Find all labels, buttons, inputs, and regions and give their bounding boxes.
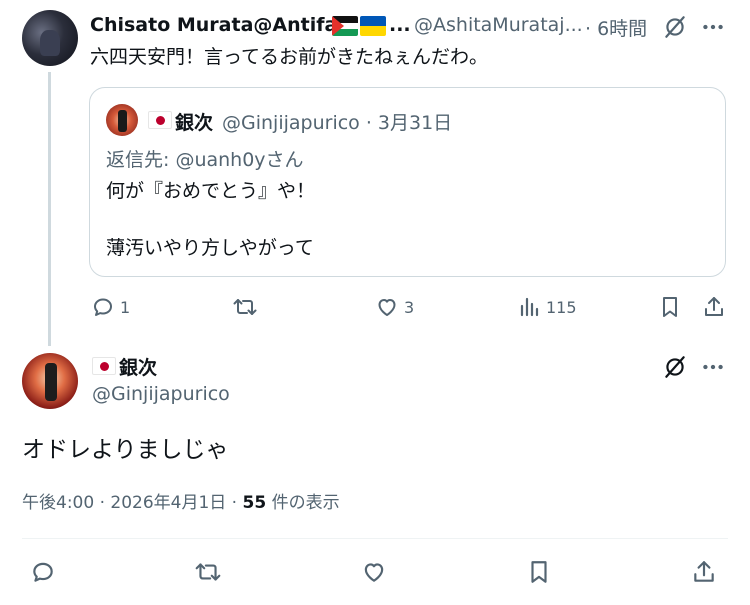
main-author-avatar[interactable] xyxy=(22,353,78,409)
ukraine-flag-icon xyxy=(360,16,386,36)
views-button[interactable]: 115 xyxy=(514,292,577,322)
more-options-icon[interactable] xyxy=(698,12,728,42)
tweet-text: 六四天安門！言ってるお前がきたねぇんだわ。 xyxy=(90,46,489,68)
view-count: 55 xyxy=(242,493,267,513)
like-count: 3 xyxy=(404,297,415,317)
bookmark-button[interactable] xyxy=(655,292,685,322)
grok-icon[interactable] xyxy=(660,12,690,42)
tweet-metadata: 午後4:00 · 2026年4月1日 · 55 件の表示 xyxy=(22,488,340,513)
share-icon xyxy=(694,561,714,582)
reply-button[interactable] xyxy=(28,557,58,587)
reply-button[interactable]: 1 xyxy=(88,292,130,322)
like-button[interactable]: 3 xyxy=(372,292,414,322)
reply-icon xyxy=(88,292,118,322)
quoted-author-handle-time: @Ginjijapurico · 3月31日 xyxy=(222,112,453,134)
divider xyxy=(22,538,728,539)
retweet-button[interactable] xyxy=(193,557,223,587)
retweet-icon xyxy=(195,563,221,581)
quoted-text-line1: 何が『おめでとう』や！ xyxy=(106,180,316,202)
author-handle[interactable]: @AshitaMurataj... xyxy=(414,14,583,36)
retweet-button[interactable] xyxy=(230,292,262,322)
share-button[interactable] xyxy=(689,557,719,587)
share-icon xyxy=(699,292,729,322)
palestine-flag-icon xyxy=(332,16,358,36)
japan-flag-icon xyxy=(148,111,172,129)
retweet-icon xyxy=(230,292,260,322)
heart-icon xyxy=(372,292,402,322)
analytics-icon xyxy=(514,292,544,322)
quoted-author-avatar xyxy=(106,104,138,136)
bookmark-button[interactable] xyxy=(524,557,554,587)
bookmark-icon xyxy=(531,561,547,583)
reply-count: 1 xyxy=(120,297,131,317)
japan-flag-icon xyxy=(92,357,116,375)
bookmark-icon xyxy=(655,292,685,322)
quoted-text-line2: 薄汚いやり方しやがって xyxy=(106,237,314,259)
like-button[interactable] xyxy=(359,557,389,587)
name-ellipsis: ... xyxy=(389,14,411,36)
thread-connector-line xyxy=(48,72,51,346)
tweet-timestamp[interactable]: · 6時間 xyxy=(585,14,647,41)
main-tweet-text: オドレよりましじゃ xyxy=(22,437,229,463)
main-author-handle[interactable]: @Ginjijapurico xyxy=(92,383,230,405)
more-options-icon[interactable] xyxy=(698,352,728,382)
grok-icon[interactable] xyxy=(660,352,690,382)
quoted-reply-to: 返信先: @uanh0yさん xyxy=(106,149,304,171)
view-count-label: 件の表示 xyxy=(266,493,340,513)
heart-icon xyxy=(364,563,384,582)
share-button[interactable] xyxy=(699,292,729,322)
tweet-datetime[interactable]: 午後4:00 · 2026年4月1日 · xyxy=(22,493,243,513)
quoted-author-name: 銀次 xyxy=(175,112,214,134)
author-avatar[interactable] xyxy=(22,10,78,66)
view-count: 115 xyxy=(546,297,577,317)
reply-icon xyxy=(33,562,53,582)
main-author-display-name[interactable]: 銀次 xyxy=(119,353,157,380)
author-display-name[interactable]: Chisato Murata@Antifa xyxy=(90,14,337,36)
